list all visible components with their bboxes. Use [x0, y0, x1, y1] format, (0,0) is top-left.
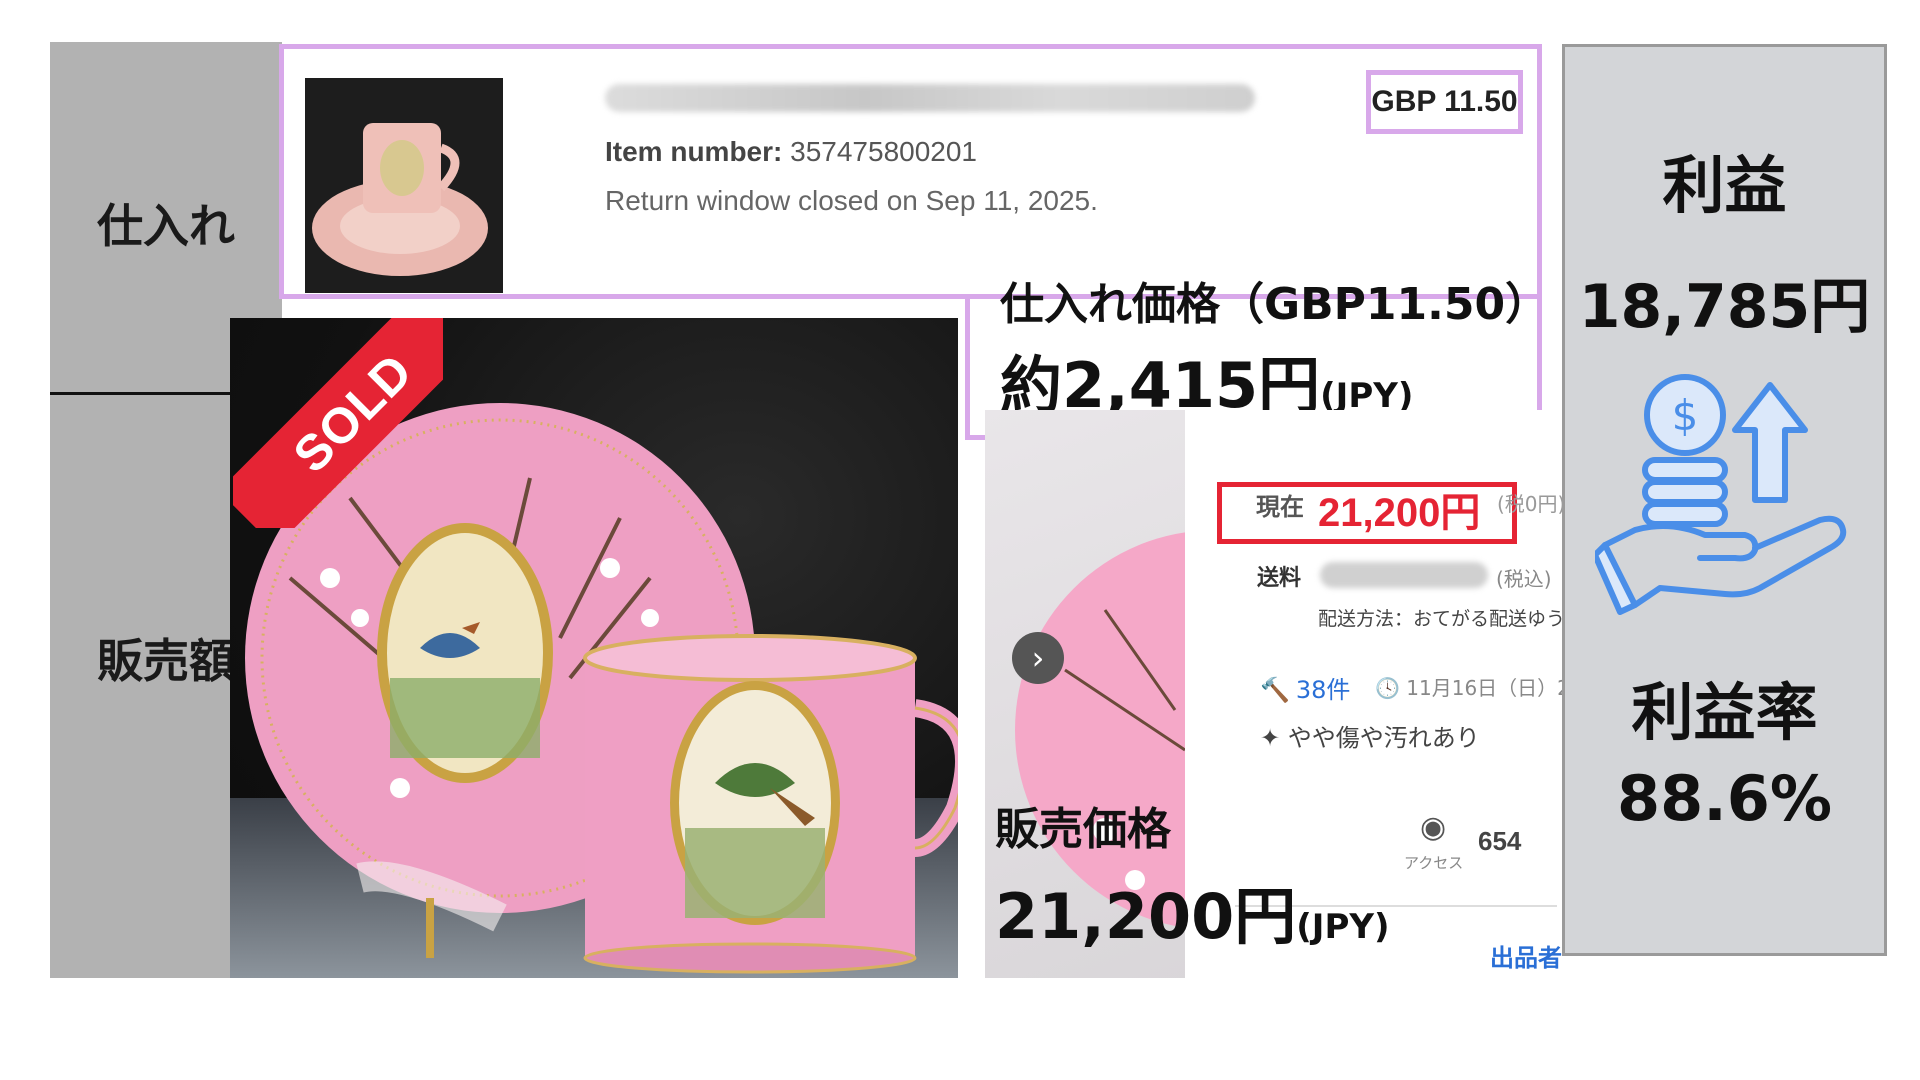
item-number-label: Item number:: [605, 136, 783, 167]
end-time: 🕓 11月16日（日）2: [1375, 672, 1570, 701]
item-number-value: 357475800201: [790, 136, 978, 167]
access-count: 654: [1478, 826, 1522, 856]
gavel-icon: 🔨: [1260, 676, 1290, 704]
return-window-text: Return window closed on Sep 11, 2025.: [605, 185, 1098, 216]
sale-price-amount: 21,200円: [995, 880, 1297, 953]
svg-text:$: $: [1672, 391, 1699, 440]
sale-price-unit: (JPY): [1296, 907, 1390, 947]
shipping-amount-blurred: [1320, 562, 1488, 588]
shipping-tax: (税込): [1496, 567, 1552, 591]
access-label: アクセス: [1404, 854, 1464, 872]
profit-label: 利益: [1662, 149, 1787, 222]
sparkle-icon: ✦: [1260, 724, 1288, 752]
clock-icon: 🕓: [1375, 676, 1407, 700]
sale-price-label: 販売価格: [995, 804, 1171, 855]
item-condition: ✦ やや傷や汚れあり: [1260, 718, 1480, 753]
bid-count-value: 38件: [1295, 676, 1351, 704]
purchase-row-label: 仕入れ: [97, 199, 235, 253]
current-price-tax: (税0円): [1497, 492, 1566, 516]
item-condition-value: やや傷や汚れあり: [1287, 724, 1480, 752]
profit-value: 18,785円: [1578, 272, 1871, 342]
item-title-blurred: [605, 84, 1255, 112]
purchase-cost-label: 仕入れ価格（GBP11.50）: [1000, 279, 1550, 330]
shipping-label: 送料: [1257, 566, 1302, 591]
margin-label: 利益率: [1631, 676, 1818, 749]
coin-hand-icon: $: [1592, 370, 1855, 630]
current-price-label: 現在: [1256, 493, 1304, 521]
current-price-value: 21,200円: [1318, 491, 1481, 535]
end-time-value: 11月16日（日）2: [1406, 676, 1570, 700]
eye-icon: ◉: [1420, 810, 1447, 845]
sale-price-value: 21,200円(JPY): [995, 866, 1390, 956]
purchase-item-thumbnail[interactable]: [305, 78, 503, 293]
margin-value: 88.6%: [1616, 762, 1833, 835]
sold-badge-text: SOLD: [233, 318, 443, 528]
shipping-method: 配送方法：おてがる配送ゆう: [1318, 608, 1566, 630]
seller-link[interactable]: 出品者: [1490, 938, 1562, 973]
purchase-price-gbp: GBP 11.50: [1366, 70, 1523, 134]
next-image-button[interactable]: ›: [1012, 632, 1064, 684]
bid-count[interactable]: 🔨 38件: [1260, 670, 1350, 705]
sold-badge: SOLD: [233, 318, 443, 528]
item-number: Item number: 357475800201: [605, 136, 977, 168]
